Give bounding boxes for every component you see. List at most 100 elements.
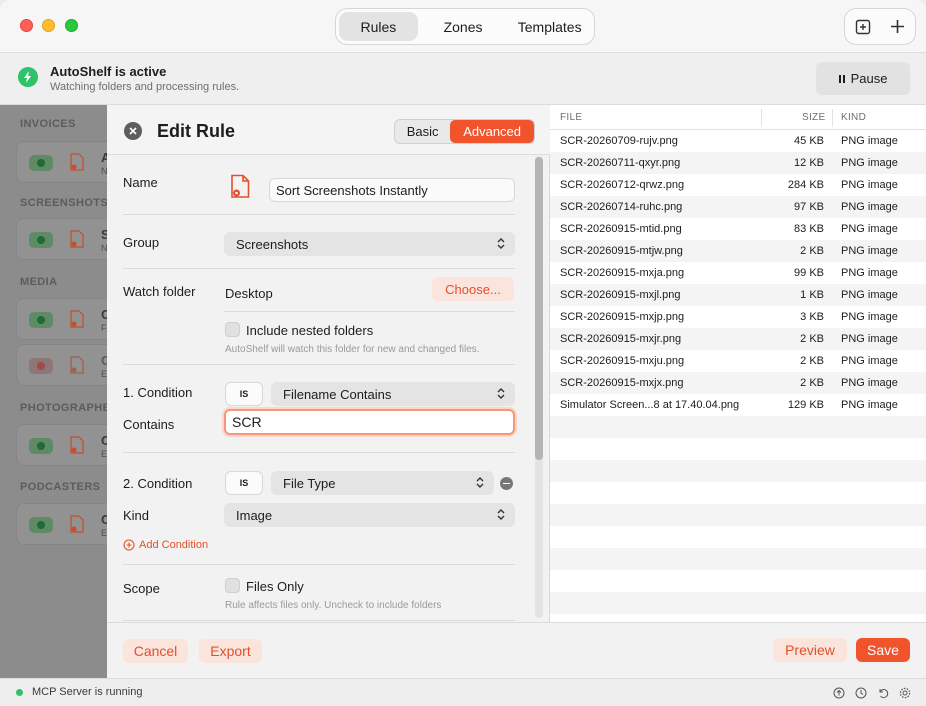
- table-row[interactable]: SCR-20260711-qxyr.png 12 KB PNG image: [550, 152, 926, 174]
- remove-condition-button[interactable]: [500, 477, 513, 490]
- table-row[interactable]: SCR-20260915-mxjp.png 3 KB PNG image: [550, 306, 926, 328]
- sidebar-rule-card[interactable]: C E: [16, 344, 110, 386]
- file-kind-cell: PNG image: [841, 135, 898, 147]
- group-select[interactable]: Screenshots: [224, 232, 515, 256]
- divider: [123, 620, 515, 621]
- rules-sidebar: INVOICES A N SCREENSHOTS S N MEDIA C F C…: [0, 105, 110, 678]
- sidebar-rule-card[interactable]: C F: [16, 298, 110, 340]
- titlebar: Rules Zones Templates: [0, 0, 926, 53]
- rule-toggle[interactable]: [29, 155, 53, 171]
- divider: [224, 311, 515, 312]
- file-name-cell: SCR-20260915-mxjl.png: [560, 289, 681, 301]
- file-name-cell: SCR-20260714-ruhc.png: [560, 201, 683, 213]
- table-row[interactable]: SCR-20260915-mxjx.png 2 KB PNG image: [550, 372, 926, 394]
- banner-subtitle: Watching folders and processing rules.: [50, 81, 240, 93]
- add-condition-label: Add Condition: [139, 539, 209, 551]
- minimize-window-button[interactable]: [42, 19, 55, 32]
- tab-templates[interactable]: Templates: [508, 12, 591, 41]
- rule-file-icon: [70, 515, 84, 533]
- mode-basic-tab[interactable]: Basic: [395, 120, 450, 143]
- clock-icon[interactable]: [854, 686, 867, 699]
- column-size[interactable]: SIZE: [802, 112, 825, 123]
- rule-toggle[interactable]: [29, 438, 53, 454]
- table-row[interactable]: SCR-20260915-mtjw.png 2 KB PNG image: [550, 240, 926, 262]
- minus-icon: [503, 482, 510, 485]
- choose-folder-button[interactable]: Choose...: [432, 277, 514, 301]
- rule-toggle[interactable]: [29, 312, 53, 328]
- watch-folder-label: Watch folder: [123, 284, 196, 299]
- add-rule-button[interactable]: [884, 13, 912, 41]
- table-header: FILE SIZE KIND: [550, 105, 926, 130]
- preview-button[interactable]: Preview: [773, 638, 847, 662]
- table-row[interactable]: SCR-20260915-mxjl.png 1 KB PNG image: [550, 284, 926, 306]
- file-size-cell: 45 KB: [794, 135, 824, 147]
- table-row[interactable]: SCR-20260915-mtid.png 83 KB PNG image: [550, 218, 926, 240]
- file-kind-cell: PNG image: [841, 201, 898, 213]
- status-bar: MCP Server is running: [0, 678, 926, 706]
- table-row[interactable]: SCR-20260709-rujv.png 45 KB PNG image: [550, 130, 926, 152]
- banner-title: AutoShelf is active: [50, 64, 167, 79]
- pause-button[interactable]: Pause: [816, 62, 910, 95]
- condition-2-label: 2. Condition: [123, 476, 193, 491]
- undo-icon[interactable]: [876, 686, 889, 699]
- table-row[interactable]: Simulator Screen...8 at 17.40.04.png 129 …: [550, 394, 926, 416]
- kind-select[interactable]: Image: [224, 503, 515, 527]
- file-kind-cell: PNG image: [841, 245, 898, 257]
- sheet-title: Edit Rule: [157, 121, 236, 141]
- close-sheet-button[interactable]: [124, 122, 142, 140]
- table-row[interactable]: SCR-20260915-mxja.png 99 KB PNG image: [550, 262, 926, 284]
- column-file[interactable]: FILE: [560, 112, 582, 123]
- new-zone-button[interactable]: [849, 13, 877, 41]
- file-size-cell: 129 KB: [787, 399, 824, 411]
- file-name-cell: SCR-20260915-mxju.png: [560, 355, 685, 367]
- contains-input[interactable]: SCR: [224, 409, 515, 435]
- close-window-button[interactable]: [20, 19, 33, 32]
- sidebar-rule-card[interactable]: C E: [16, 424, 110, 466]
- condition-1-type-select[interactable]: Filename Contains: [271, 382, 515, 406]
- file-size-cell: 3 KB: [800, 311, 824, 323]
- file-name-cell: Simulator Screen...8 at 17.40.04.png: [560, 399, 740, 411]
- file-name-cell: SCR-20260915-mxjx.png: [560, 377, 684, 389]
- cancel-button[interactable]: Cancel: [123, 639, 188, 663]
- table-row[interactable]: SCR-20260712-qrwz.png 284 KB PNG image: [550, 174, 926, 196]
- rule-toggle[interactable]: [29, 232, 53, 248]
- column-separator: [761, 109, 762, 127]
- zoom-window-button[interactable]: [65, 19, 78, 32]
- tab-zones[interactable]: Zones: [420, 12, 507, 41]
- mode-advanced-tab[interactable]: Advanced: [450, 120, 534, 143]
- group-label: Group: [123, 235, 160, 250]
- table-row[interactable]: SCR-20260915-mxjr.png 2 KB PNG image: [550, 328, 926, 350]
- rule-toggle[interactable]: [29, 517, 53, 533]
- file-size-cell: 12 KB: [794, 157, 824, 169]
- table-row[interactable]: SCR-20260714-ruhc.png 97 KB PNG image: [550, 196, 926, 218]
- include-nested-checkbox[interactable]: [225, 322, 240, 337]
- rule-name-input[interactable]: Sort Screenshots Instantly: [269, 178, 515, 202]
- gear-icon[interactable]: [898, 686, 911, 699]
- file-kind-cell: PNG image: [841, 267, 898, 279]
- upload-icon[interactable]: [832, 686, 845, 699]
- files-only-label: Files Only: [246, 579, 304, 594]
- sidebar-rule-card[interactable]: C E: [16, 503, 110, 545]
- form-scrollbar[interactable]: [533, 156, 544, 622]
- save-button[interactable]: Save: [856, 638, 910, 662]
- condition-1-operator[interactable]: IS: [225, 382, 263, 406]
- file-size-cell: 1 KB: [800, 289, 824, 301]
- export-button[interactable]: Export: [199, 639, 262, 663]
- condition-2-operator[interactable]: IS: [225, 471, 263, 495]
- add-condition-button[interactable]: Add Condition: [123, 539, 208, 551]
- status-bar-actions: [832, 686, 911, 699]
- file-size-cell: 2 KB: [800, 377, 824, 389]
- condition-1-type-value: Filename Contains: [283, 386, 392, 402]
- rule-toggle[interactable]: [29, 358, 53, 374]
- divider: [123, 268, 515, 269]
- files-only-checkbox[interactable]: [225, 578, 240, 593]
- sidebar-rule-card[interactable]: S N: [16, 218, 110, 260]
- scroll-thumb[interactable]: [535, 157, 543, 460]
- sidebar-rule-card[interactable]: A N: [16, 141, 110, 183]
- column-kind[interactable]: KIND: [841, 112, 866, 123]
- condition-2-type-select[interactable]: File Type: [271, 471, 494, 495]
- tab-rules[interactable]: Rules: [339, 12, 418, 41]
- file-size-cell: 2 KB: [800, 333, 824, 345]
- include-nested-label: Include nested folders: [246, 323, 374, 338]
- table-row[interactable]: SCR-20260915-mxju.png 2 KB PNG image: [550, 350, 926, 372]
